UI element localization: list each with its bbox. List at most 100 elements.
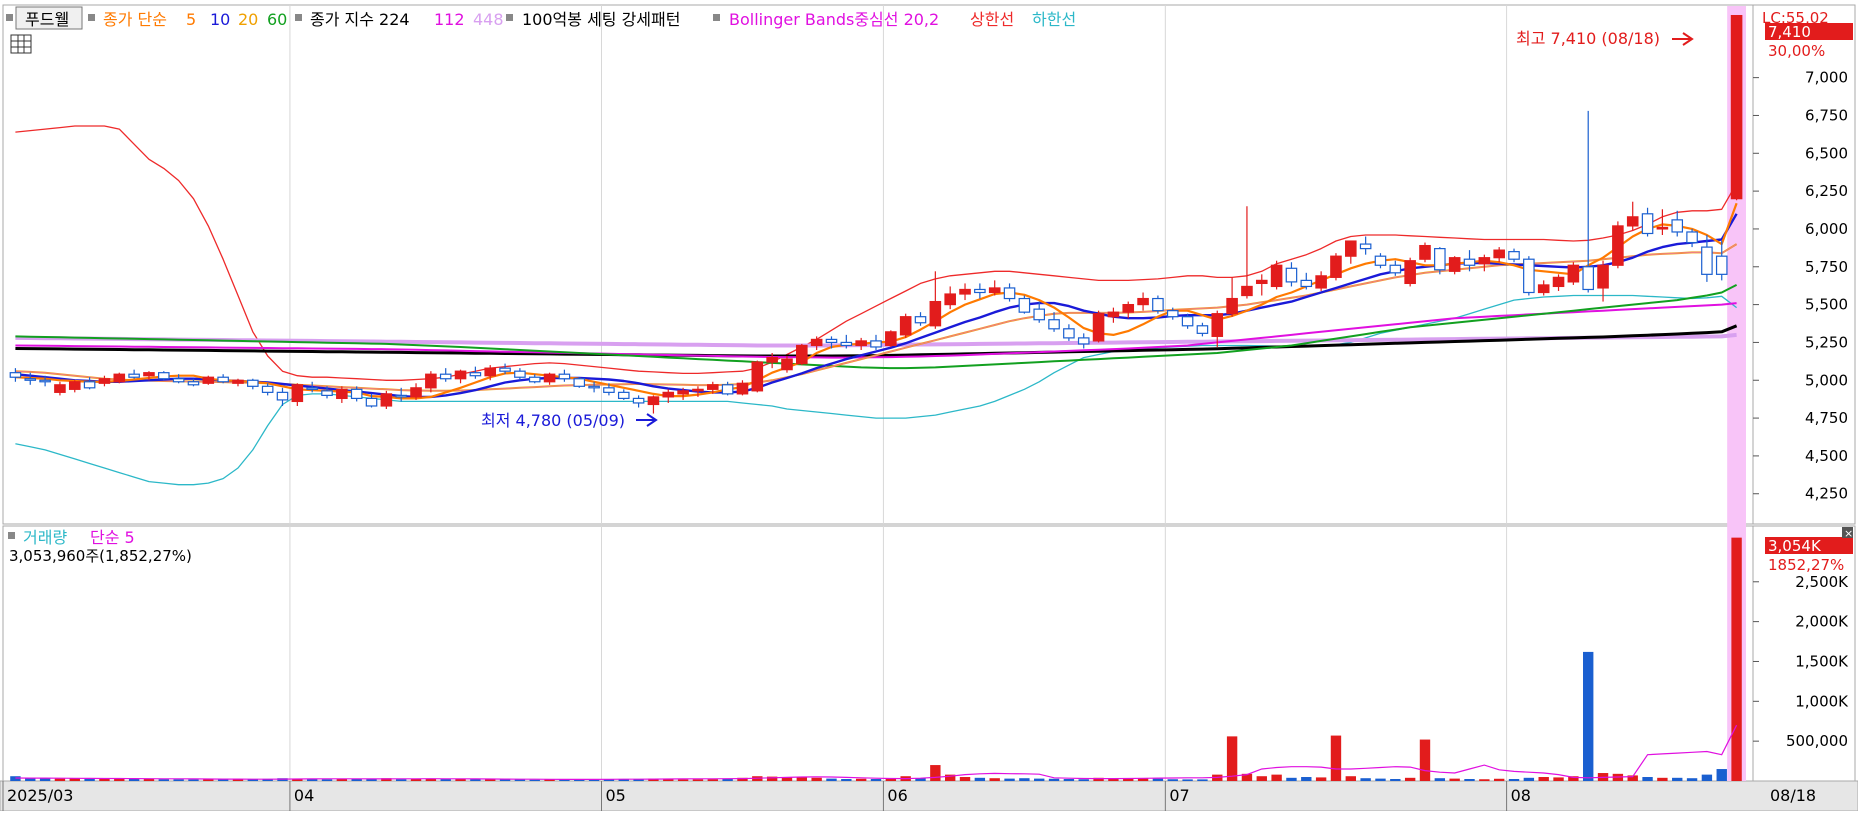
candle-body — [1582, 266, 1594, 291]
volume-bar — [1390, 779, 1401, 781]
candle-body — [558, 373, 571, 380]
volume-bar — [321, 779, 333, 781]
idx-period-448: 448 — [473, 10, 504, 29]
candle-body — [1434, 248, 1446, 271]
volume-bar — [692, 779, 704, 781]
volume-bar — [930, 765, 941, 781]
table-icon[interactable] — [10, 34, 32, 54]
volume-bar — [1686, 778, 1698, 781]
candle-body — [1626, 216, 1639, 227]
candle-body — [1374, 255, 1387, 266]
candle-body — [1107, 311, 1120, 318]
price-tick-label: 7,000 — [1805, 69, 1848, 87]
volume-bar — [1345, 776, 1356, 781]
candle-body — [573, 378, 586, 387]
candle-body — [988, 287, 1001, 294]
candle-body — [796, 344, 808, 365]
volume-bar — [1479, 779, 1490, 781]
candle-body — [1419, 244, 1431, 260]
candle-body — [276, 391, 289, 401]
date-tick-label: 05 — [606, 786, 626, 805]
volume-bar — [1286, 777, 1297, 781]
volume-bar — [1419, 739, 1431, 781]
candle-body — [677, 390, 689, 395]
candle-body — [1686, 231, 1698, 244]
candle-body — [662, 391, 675, 398]
volume-bar — [1583, 651, 1594, 781]
candle-body — [1285, 267, 1298, 283]
candle-body — [1077, 337, 1090, 345]
candle-body — [1389, 264, 1402, 274]
volume-bar — [1360, 778, 1371, 781]
volume-bar — [1731, 537, 1742, 781]
volume-pct: 1852,27% — [1768, 556, 1844, 574]
candle-body — [885, 331, 897, 347]
volume-panel-frame — [2, 525, 1754, 782]
price-tag: 7,410 — [1768, 23, 1811, 41]
volume-bar — [1375, 778, 1386, 781]
candle-body — [217, 376, 229, 383]
candle-body — [1448, 257, 1461, 272]
candle-body — [588, 385, 600, 389]
candle-body — [899, 316, 912, 336]
price-tick-label: 5,250 — [1805, 333, 1848, 351]
idx-period-112: 112 — [434, 10, 465, 29]
candle-body — [974, 288, 986, 294]
volume-bar — [974, 777, 986, 781]
candle-body — [1404, 260, 1416, 285]
candle-body — [810, 338, 823, 347]
candle-body — [454, 370, 467, 380]
volume-bar — [1019, 778, 1030, 781]
candle-body — [1152, 297, 1164, 312]
candle-body — [1359, 243, 1372, 250]
candle-body — [439, 373, 452, 380]
candle-body — [98, 378, 111, 384]
volume-bar — [1182, 779, 1193, 781]
candle-body — [365, 397, 378, 407]
legend-marker-icon — [6, 14, 13, 21]
candle-body — [395, 394, 407, 398]
ma-period-10: 10 — [210, 10, 230, 29]
candle-body — [39, 379, 51, 383]
date-tag: 08/18 — [1770, 786, 1816, 805]
legend-marker-icon — [506, 14, 513, 21]
volume-bar — [1063, 779, 1075, 781]
candle-body — [706, 384, 719, 390]
ma-period-5: 5 — [186, 10, 196, 29]
volume-bar — [1004, 778, 1015, 781]
volume-bar — [1315, 777, 1327, 781]
volume-bar — [1508, 779, 1520, 781]
candle-body — [1241, 285, 1253, 297]
candle-body — [380, 393, 393, 407]
ma-period-20: 20 — [238, 10, 258, 29]
candle-body — [1226, 297, 1238, 315]
stock-name[interactable]: 푸드웰 — [25, 10, 69, 29]
candle-body — [499, 367, 511, 372]
candle-body — [1508, 251, 1520, 260]
volume-bar — [1449, 778, 1460, 781]
candle-body — [1033, 308, 1046, 321]
volume-bar — [841, 779, 852, 781]
candle-body — [1315, 275, 1327, 289]
volume-bar — [529, 779, 540, 781]
candle-body — [929, 300, 942, 327]
candle-body — [113, 373, 126, 383]
volume-bar — [1464, 779, 1475, 781]
candle-body — [736, 382, 749, 395]
candle-body — [959, 288, 971, 295]
volume-tag: 3,054K — [1768, 537, 1822, 555]
candle-body — [202, 376, 215, 384]
candle-body — [1255, 279, 1268, 285]
candle-body — [543, 373, 556, 383]
volume-bar — [959, 777, 971, 781]
volume-tick-label: 2,000K — [1795, 613, 1849, 631]
price-tick-label: 6,000 — [1805, 220, 1848, 238]
volume-bar — [84, 778, 95, 781]
candle-body — [721, 384, 734, 395]
candle-body — [1656, 226, 1669, 230]
candle-body — [514, 370, 526, 378]
candle-body — [1211, 313, 1224, 337]
candle-body — [1552, 276, 1565, 288]
volume-bar — [870, 779, 882, 781]
volume-tick-label: 1,000K — [1795, 692, 1849, 710]
